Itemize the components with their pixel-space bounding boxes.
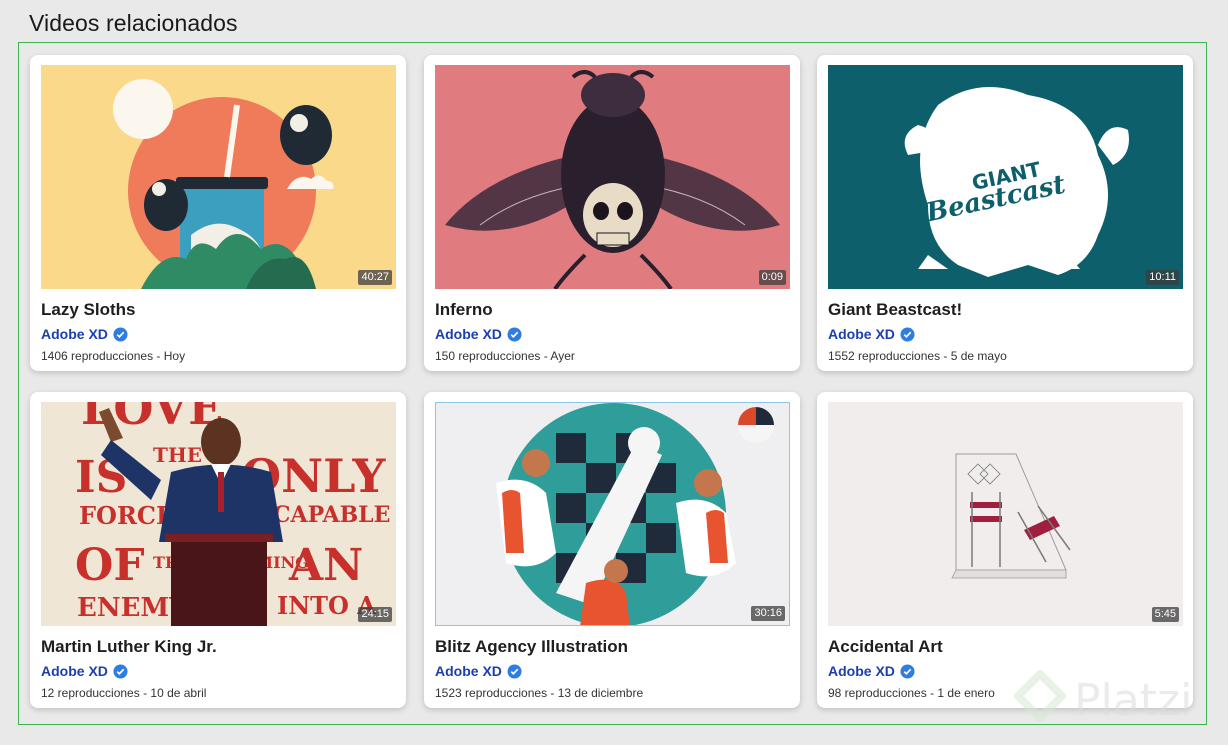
watermark-text: Platzi [1074, 674, 1193, 726]
channel-name[interactable]: Adobe XD [435, 663, 502, 679]
mlk-art-word: OF [75, 540, 145, 591]
mlk-art-word: AN [288, 540, 363, 591]
verified-badge-icon [113, 326, 128, 342]
video-thumbnail[interactable]: 5:45 [828, 402, 1183, 626]
video-duration: 30:16 [751, 606, 785, 621]
mlk-art-word: FORCE [79, 501, 174, 530]
video-duration: 10:11 [1146, 270, 1179, 285]
video-duration: 24:15 [358, 607, 392, 622]
verified-badge-icon [507, 663, 522, 679]
verified-badge-icon [507, 326, 522, 342]
section-title: Videos relacionados [29, 10, 238, 36]
video-thumbnail[interactable]: 0:09 [435, 65, 790, 289]
video-meta: 150 reproducciones - Ayer [435, 349, 575, 363]
verified-badge-icon [900, 326, 915, 342]
video-duration: 0:09 [758, 270, 786, 285]
video-title[interactable]: Accidental Art [828, 637, 943, 657]
channel-link[interactable]: Adobe XD [828, 326, 915, 342]
chairs-illustration [828, 402, 1183, 626]
chess-illustration [436, 403, 789, 625]
video-card[interactable]: GIANT Beastcast 10:11 Giant Beastcast! A… [817, 55, 1193, 371]
platzi-watermark: Platzi [1012, 670, 1192, 730]
channel-name[interactable]: Adobe XD [828, 663, 895, 679]
channel-link[interactable]: Adobe XD [41, 663, 128, 679]
video-meta: 1523 reproducciones - 13 de diciembre [435, 686, 644, 700]
video-meta: 1406 reproducciones - Hoy [41, 349, 186, 363]
channel-link[interactable]: Adobe XD [435, 663, 522, 679]
video-title[interactable]: Blitz Agency Illustration [435, 637, 628, 657]
video-thumbnail[interactable]: LOVE THE IS ONLY FORCE CAPABLE OF TRANSF… [41, 402, 396, 626]
channel-link[interactable]: Adobe XD [41, 326, 128, 342]
beetle-skull-illustration [435, 65, 790, 289]
video-meta: 12 reproducciones - 10 de abril [41, 686, 207, 700]
platzi-logo-icon [1014, 670, 1066, 722]
video-card[interactable]: 30:16 Blitz Agency Illustration Adobe XD… [424, 392, 800, 708]
channel-name[interactable]: Adobe XD [435, 326, 502, 342]
video-title[interactable]: Giant Beastcast! [828, 300, 962, 320]
sloths-illustration [41, 65, 396, 289]
video-thumbnail[interactable]: 40:27 [41, 65, 396, 289]
channel-name[interactable]: Adobe XD [41, 326, 108, 342]
mlk-art-word: THE [153, 443, 202, 467]
video-title[interactable]: Inferno [435, 300, 493, 320]
channel-link[interactable]: Adobe XD [828, 663, 915, 679]
video-duration: 5:45 [1151, 607, 1179, 622]
video-meta: 98 reproducciones - 1 de enero [828, 686, 995, 700]
verified-badge-icon [900, 663, 915, 679]
video-card[interactable]: LOVE THE IS ONLY FORCE CAPABLE OF TRANSF… [30, 392, 406, 708]
beastcast-illustration: GIANT Beastcast [828, 65, 1183, 289]
video-title[interactable]: Martin Luther King Jr. [41, 637, 217, 657]
channel-link[interactable]: Adobe XD [435, 326, 522, 342]
mlk-art-word: CAPABLE [273, 502, 390, 528]
video-title[interactable]: Lazy Sloths [41, 300, 135, 320]
video-card[interactable]: 40:27 Lazy Sloths Adobe XD 1406 reproduc… [30, 55, 406, 371]
verified-badge-icon [113, 663, 128, 679]
video-thumbnail[interactable]: 30:16 [435, 402, 790, 626]
video-duration: 40:27 [358, 270, 392, 285]
video-card[interactable]: 0:09 Inferno Adobe XD 150 reproducciones… [424, 55, 800, 371]
mlk-illustration: LOVE THE IS ONLY FORCE CAPABLE OF TRANSF… [41, 402, 396, 626]
video-card[interactable]: 5:45 Accidental Art Adobe XD 98 reproduc… [817, 392, 1193, 708]
video-meta: 1552 reproducciones - 5 de mayo [828, 349, 1007, 363]
channel-name[interactable]: Adobe XD [41, 663, 108, 679]
channel-name[interactable]: Adobe XD [828, 326, 895, 342]
video-thumbnail[interactable]: GIANT Beastcast 10:11 [828, 65, 1183, 289]
